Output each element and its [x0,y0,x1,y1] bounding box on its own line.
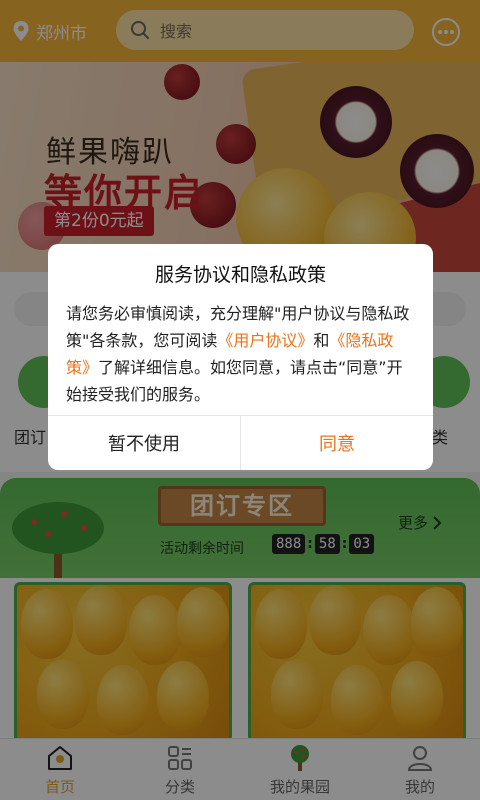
dialog-body: 请您务必审慎阅读，充分理解"用户协议与隐私政策"各条款，您可阅读《用户协议》和《… [66,300,416,408]
user-agreement-link[interactable]: 《用户协议》 [217,331,313,350]
privacy-dialog: 服务协议和隐私政策 请您务必审慎阅读，充分理解"用户协议与隐私政策"各条款，您可… [48,244,433,470]
dialog-text-part2: 和 [313,331,330,350]
dialog-title: 服务协议和隐私政策 [154,264,326,286]
dialog-footer: 暂不使用 同意 [48,415,433,470]
dialog-text-part3: 了解详细信息。如您同意，请点击“同意”开始接受我们的服务。 [66,358,403,404]
decline-button[interactable]: 暂不使用 [48,416,241,470]
agree-button[interactable]: 同意 [241,416,433,470]
